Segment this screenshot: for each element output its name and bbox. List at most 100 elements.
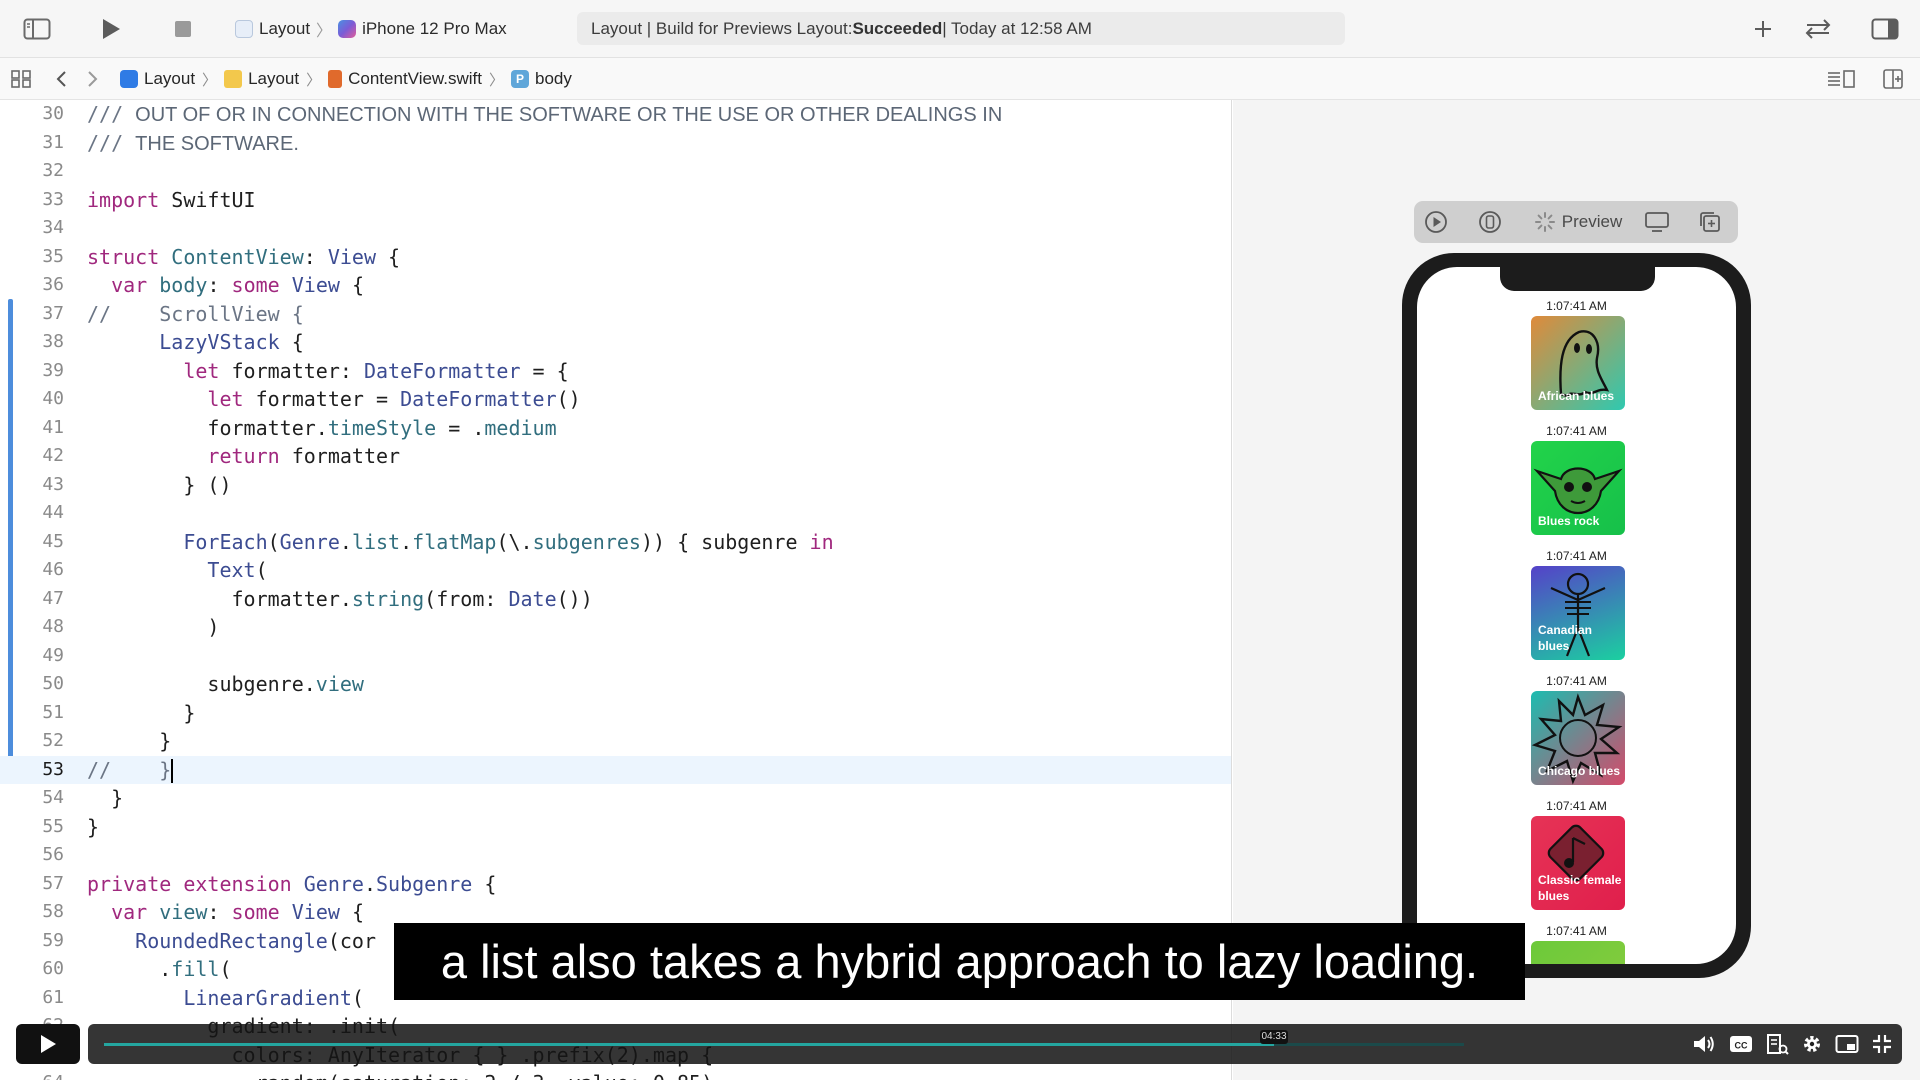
status-suffix: | Today at 12:58 AM [942, 18, 1092, 38]
run-icon[interactable] [96, 14, 126, 44]
code-line: 46 Text( [42, 558, 268, 582]
forward-icon[interactable] [78, 64, 108, 94]
genre-label: African blues [1538, 389, 1615, 403]
preview-label: Preview [1561, 212, 1623, 231]
timestamp-label: 1:07:41 AM [1546, 299, 1607, 313]
genre-tile: Chicago blues [1531, 691, 1625, 785]
code-line: 33 import SwiftUI [42, 187, 256, 212]
play-icon [41, 1035, 56, 1053]
volume-icon[interactable] [1692, 1032, 1716, 1056]
current-code-line: 53// } [0, 755, 1231, 784]
video-caption: a list also takes a hybrid approach to l… [394, 923, 1525, 1000]
progress-track[interactable]: 04:33 [104, 1030, 1464, 1046]
crumb-folder[interactable]: Layout 〉 [224, 69, 328, 90]
code-line: 48 ) [42, 615, 220, 639]
crumb-project-label: Layout [144, 69, 196, 88]
editor-options-icon[interactable] [1826, 64, 1856, 94]
code-line: 34 [42, 217, 64, 238]
sidebar-toggle-icon[interactable] [22, 14, 52, 44]
timestamp-label: 1:07:41 AM [1546, 424, 1607, 438]
genre-label: Chicago blues [1538, 764, 1621, 778]
inspector-toggle-icon[interactable] [1870, 14, 1900, 44]
scheme-project-label: Layout [259, 19, 311, 38]
code-line: 42 return formatter [42, 444, 401, 468]
crumb-symbol[interactable]: P body [511, 69, 572, 89]
picture-in-picture-icon[interactable] [1835, 1032, 1859, 1056]
add-editor-icon[interactable] [1878, 64, 1908, 94]
code-line: 57 private extension Genre.Subgenre { [42, 871, 497, 896]
breadcrumb: Layout 〉 Layout 〉 ContentView.swift 〉 P … [120, 58, 572, 100]
transcript-icon[interactable] [1765, 1032, 1789, 1056]
timestamp-label: 1:07:41 AM [1546, 674, 1607, 688]
code-line: 44 [42, 502, 64, 523]
duplicate-preview-icon[interactable] [1696, 210, 1724, 234]
folder-icon [224, 70, 243, 88]
settings-gear-icon[interactable] [1800, 1032, 1824, 1056]
code-line: 52 } [42, 729, 172, 753]
device-settings-icon[interactable] [1642, 210, 1672, 234]
live-preview-icon[interactable] [1422, 210, 1450, 234]
code-line: 54 } [42, 786, 124, 810]
svg-text:CC: CC [1735, 1041, 1748, 1051]
stop-icon[interactable] [168, 14, 198, 44]
code-line: 41 formatter.timeStyle = .medium [42, 415, 557, 440]
jump-bar: Layout 〉 Layout 〉 ContentView.swift 〉 P … [0, 58, 1920, 100]
code-line: 45 ForEach(Genre.list.flatMap(\.subgenre… [42, 529, 834, 554]
code-line: 56 [42, 844, 64, 865]
exit-fullscreen-icon[interactable] [1870, 1032, 1894, 1056]
code-line: 36 var body: some View { [42, 273, 365, 297]
captions-icon[interactable]: CC [1729, 1032, 1753, 1056]
genre-label: Classic female blues [1538, 873, 1622, 903]
time-bubble: 04:33 [1260, 1030, 1288, 1044]
play-button[interactable] [16, 1024, 80, 1064]
toolbar: Layout 〉 iPhone 12 Pro Max Layout | Buil… [0, 0, 1920, 58]
related-items-icon[interactable] [6, 64, 36, 94]
iphone-frame: 1:07:41 AM African blues 1:07:41 AM Blue… [1402, 253, 1751, 978]
video-controls: 04:33 CC [0, 1020, 1920, 1080]
code-line: 40 let formatter = DateFormatter() [42, 387, 581, 411]
timestamp-label: 1:07:41 AM [1546, 799, 1607, 813]
crumb-folder-label: Layout [248, 69, 300, 88]
on-device-icon[interactable] [1476, 210, 1504, 234]
genre-label: Canadian blues [1538, 623, 1593, 653]
crumb-project[interactable]: Layout 〉 [120, 69, 224, 90]
genre-label: Blues rock [1538, 514, 1600, 528]
crumb-separator: 〉 [202, 71, 218, 89]
back-icon[interactable] [46, 64, 76, 94]
add-icon[interactable] [1748, 14, 1778, 44]
code-line: 35 struct ContentView: View { [42, 244, 401, 269]
code-line: 30/// OUT OF OR IN CONNECTION WITH THE S… [42, 102, 1003, 126]
code-line: 43 } () [42, 472, 232, 497]
crumb-symbol-label: body [535, 69, 572, 88]
code-line: 47 formatter.string(from: Date()) [42, 586, 593, 611]
status-state: Succeeded [852, 18, 943, 38]
timestamp-label: 1:07:41 AM [1546, 549, 1607, 563]
spinner-icon [1534, 212, 1555, 232]
device-screen[interactable]: 1:07:41 AM African blues 1:07:41 AM Blue… [1417, 267, 1736, 964]
crumb-file-label: ContentView.swift [348, 69, 482, 88]
project-icon [235, 20, 253, 38]
scheme-selector[interactable]: Layout 〉 iPhone 12 Pro Max [235, 16, 507, 42]
xcode-window: Layout 〉 iPhone 12 Pro Max Layout | Buil… [0, 0, 1920, 1080]
scheme-device-label: iPhone 12 Pro Max [362, 19, 507, 38]
progress-fill [104, 1043, 1274, 1046]
crumb-separator: 〉 [489, 71, 505, 89]
code-line: 38 LazyVStack { [42, 330, 304, 354]
code-line: 39 let formatter: DateFormatter = { [42, 358, 569, 383]
genre-tile [1531, 941, 1625, 964]
swift-file-icon [328, 70, 343, 88]
genre-tile: Blues rock [1531, 441, 1625, 535]
review-changes-icon[interactable] [1800, 14, 1836, 44]
property-icon: P [511, 70, 530, 88]
code-line: 37// ScrollView { [42, 301, 304, 326]
status-prefix: Layout | Build for Previews Layout: [591, 18, 853, 38]
code-line: 32 [42, 160, 64, 181]
code-line: 55} [42, 814, 100, 839]
crumb-file[interactable]: ContentView.swift 〉 [328, 69, 511, 90]
genre-tile: Canadian blues [1531, 566, 1625, 660]
device-notch [1500, 267, 1655, 291]
preview-status: Preview [1528, 210, 1628, 234]
crumb-separator: 〉 [306, 71, 322, 89]
genre-tile: African blues [1531, 316, 1625, 410]
code-line: 31/// THE SOFTWARE. [42, 130, 299, 155]
